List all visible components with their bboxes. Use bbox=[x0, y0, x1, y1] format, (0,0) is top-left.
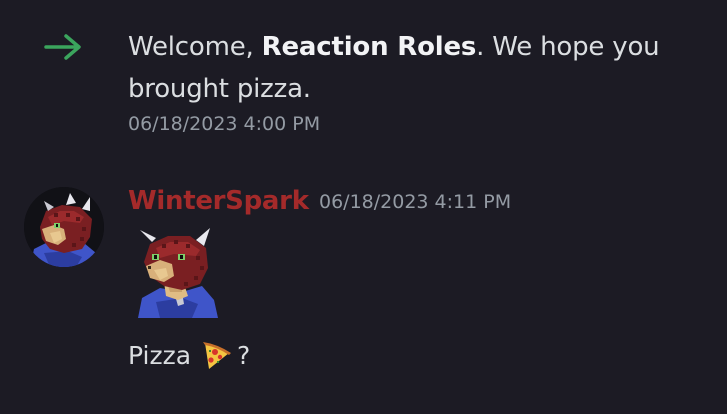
dragon-avatar-icon bbox=[24, 187, 104, 267]
sticker-image bbox=[134, 226, 220, 318]
dragon-sticker-icon bbox=[138, 228, 218, 318]
pizza-icon[interactable] bbox=[199, 339, 233, 373]
join-arrow-icon bbox=[44, 34, 81, 60]
avatar[interactable] bbox=[24, 187, 104, 267]
message-content: Pizza ? bbox=[128, 338, 250, 374]
join-message-text: Welcome, Reaction Roles. We hope you bro… bbox=[128, 26, 708, 110]
chat-view: Welcome, Reaction Roles. We hope you bro… bbox=[0, 0, 727, 414]
message-text-before: Pizza bbox=[128, 341, 192, 370]
join-timestamp: 06/18/2023 4:00 PM bbox=[128, 113, 321, 135]
joined-user-name[interactable]: Reaction Roles bbox=[262, 32, 477, 62]
message-text-after: ? bbox=[237, 341, 251, 370]
join-prefix: Welcome, bbox=[128, 32, 262, 62]
message-author[interactable]: WinterSpark bbox=[128, 183, 309, 219]
message-timestamp: 06/18/2023 4:11 PM bbox=[319, 191, 512, 213]
